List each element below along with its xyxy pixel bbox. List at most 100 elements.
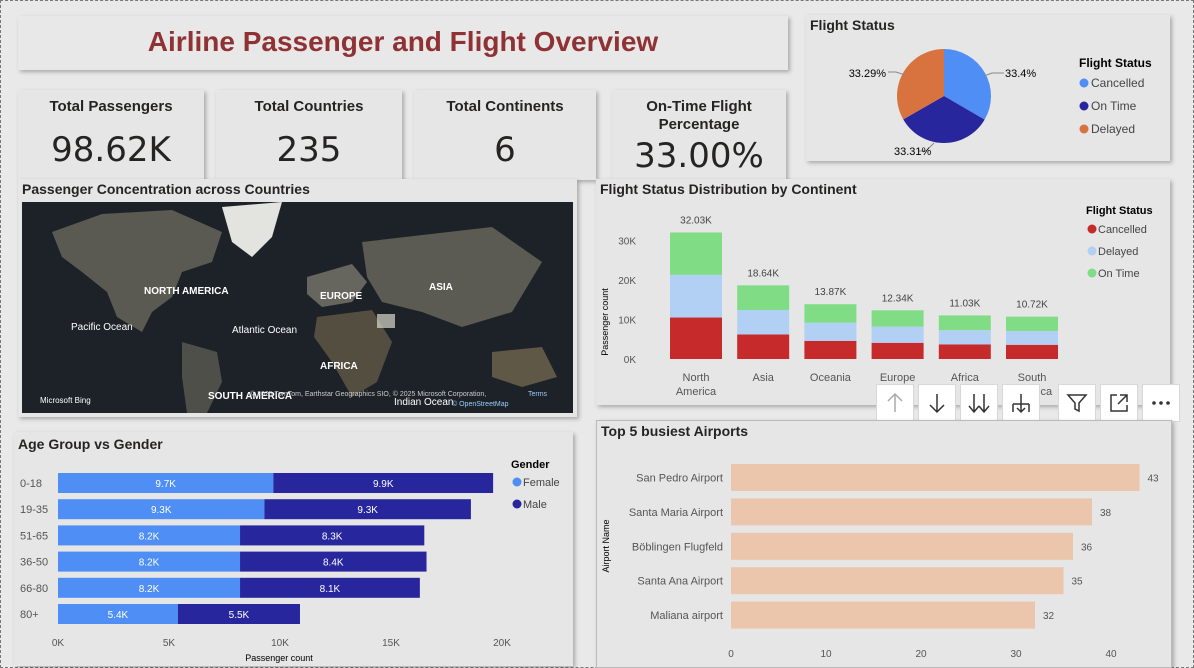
data-label-total: 32.03K bbox=[680, 215, 712, 226]
next-level-button[interactable] bbox=[960, 384, 998, 422]
kpi-label: Total Passengers bbox=[49, 98, 173, 115]
bar-north-america-cancelled[interactable] bbox=[670, 317, 722, 359]
bar-santa-maria-airport[interactable] bbox=[731, 498, 1092, 526]
bar-africa-delayed[interactable] bbox=[938, 330, 991, 345]
bar-maliana-airport[interactable] bbox=[731, 601, 1035, 629]
bar-b-blingen-flugfeld[interactable] bbox=[731, 532, 1073, 560]
age-gender-chart-card[interactable]: Age Group vs Gender 0-18 9.7K 9.9K 19-35 9.3… bbox=[14, 432, 573, 666]
drill-up-button[interactable] bbox=[876, 384, 914, 422]
bars: 32.03K 18.64K 13.87K 12.34K 11.03K 10.72K bbox=[670, 215, 1058, 359]
x-tick-label: Asia bbox=[752, 372, 774, 384]
data-label: 35 bbox=[1072, 577, 1084, 588]
map-label-atlantic: Atlantic Ocean bbox=[232, 325, 297, 336]
pie-legend-on-time[interactable]: On Time bbox=[1091, 99, 1137, 113]
bar-oceania-on-time[interactable] bbox=[804, 304, 857, 323]
filter-button[interactable] bbox=[1058, 384, 1096, 422]
pie-legend-delayed[interactable]: Delayed bbox=[1091, 122, 1135, 136]
y-tick-label: San Pedro Airport bbox=[636, 473, 723, 485]
bar-africa-cancelled[interactable] bbox=[938, 344, 991, 359]
kpi-total-passengers[interactable]: Total Passengers 98.62K bbox=[18, 90, 204, 180]
map-label-asia: ASIA bbox=[429, 282, 453, 293]
bars: 0-18 9.7K 9.9K 19-35 9.3K 9.3K 51-65 8.2K 8.3K 36… bbox=[20, 473, 494, 624]
kpi-label: Total Continents bbox=[446, 98, 564, 115]
flight-status-pie-card[interactable]: Flight Status 33.4% 33.29% 33.31% Flight… bbox=[806, 15, 1170, 161]
x-tick-label: 10K bbox=[271, 638, 289, 649]
double-arrow-down-icon bbox=[968, 394, 990, 414]
y-tick-label: 10K bbox=[618, 316, 636, 327]
y-tick-label: 36-50 bbox=[20, 557, 48, 569]
continent-legend-delayed[interactable]: Delayed bbox=[1098, 246, 1138, 258]
y-tick-label: Santa Maria Airport bbox=[629, 507, 723, 519]
filter-icon bbox=[1066, 394, 1088, 413]
kpi-label: On-Time Flight Percentage bbox=[646, 98, 752, 133]
bar-south-america-cancelled[interactable] bbox=[1006, 344, 1058, 359]
map-terms-link[interactable]: Terms bbox=[528, 391, 548, 398]
legend-marker bbox=[512, 499, 522, 509]
y-tick-label: 80+ bbox=[20, 609, 39, 621]
y-tick-label: 51-65 bbox=[20, 530, 48, 542]
focus-mode-button[interactable] bbox=[1100, 384, 1138, 422]
data-label: 8.2K bbox=[139, 558, 160, 569]
legend-marker bbox=[1087, 246, 1097, 256]
bar-africa-on-time[interactable] bbox=[938, 315, 991, 331]
bar-south-america-on-time[interactable] bbox=[1006, 316, 1058, 331]
y-tick-label: Santa Ana Airport bbox=[637, 576, 723, 588]
bar-oceania-delayed[interactable] bbox=[804, 322, 857, 341]
kpi-value: 98.62K bbox=[51, 130, 171, 170]
y-tick-label: 0K bbox=[624, 355, 637, 366]
bar-north-america-delayed[interactable] bbox=[670, 274, 722, 318]
leader-line bbox=[983, 72, 1004, 77]
bar-oceania-cancelled[interactable] bbox=[804, 340, 857, 359]
continent-chart-card[interactable]: Flight Status Distribution by Continent … bbox=[596, 179, 1170, 405]
bar-south-america-delayed[interactable] bbox=[1006, 330, 1058, 345]
age-legend-female[interactable]: Female bbox=[523, 477, 560, 489]
bar-san-pedro-airport[interactable] bbox=[731, 464, 1140, 491]
legend-marker bbox=[1079, 78, 1089, 88]
continent-ylabel: Passenger count bbox=[600, 288, 610, 356]
expand-hierarchy-button[interactable] bbox=[1002, 384, 1040, 422]
kpi-total-countries[interactable]: Total Countries 235 bbox=[216, 90, 402, 180]
bar-santa-ana-airport[interactable] bbox=[731, 567, 1064, 595]
more-options-icon bbox=[1152, 401, 1170, 405]
bar-europe-delayed[interactable] bbox=[871, 326, 924, 343]
x-axis-ticks: 0 10 20 30 40 bbox=[728, 649, 1117, 660]
continent-legend-on-time[interactable]: On Time bbox=[1098, 268, 1140, 280]
title-card: Airline Passenger and Flight Overview bbox=[18, 16, 788, 70]
data-label-total: 10.72K bbox=[1016, 300, 1048, 311]
continent-legend-cancelled[interactable]: Cancelled bbox=[1098, 224, 1147, 236]
data-label: 43 bbox=[1148, 474, 1160, 485]
data-label: 8.2K bbox=[139, 531, 160, 542]
data-label-total: 12.34K bbox=[882, 293, 914, 304]
age-legend-male[interactable]: Male bbox=[523, 499, 547, 511]
pie-legend-cancelled[interactable]: Cancelled bbox=[1091, 76, 1144, 90]
kpi-value: 6 bbox=[494, 130, 516, 170]
bar-asia-delayed[interactable] bbox=[737, 310, 790, 335]
kpi-value: 33.00% bbox=[634, 136, 764, 176]
bar-europe-cancelled[interactable] bbox=[871, 342, 924, 359]
bar-europe-on-time[interactable] bbox=[871, 310, 924, 327]
data-label: 38 bbox=[1100, 508, 1112, 519]
kpi-ontime-percentage[interactable]: On-Time Flight Percentage 33.00% bbox=[612, 90, 786, 180]
drill-down-button[interactable] bbox=[918, 384, 956, 422]
kpi-total-continents[interactable]: Total Continents 6 bbox=[414, 90, 596, 180]
continent-chart-svg: Passenger count 0K 10K 20K 30K 32.03K 18.64K… bbox=[600, 205, 1153, 398]
map-osm-link[interactable]: © OpenStreetMap bbox=[452, 400, 509, 408]
pie-group bbox=[897, 49, 991, 143]
x-tick-label: South bbox=[1018, 372, 1047, 384]
y-tick-label: 20K bbox=[618, 276, 636, 287]
data-label: 8.4K bbox=[323, 558, 344, 569]
airport-chart-svg: Airport Name San Pedro Airport 43 Santa Ma… bbox=[601, 464, 1160, 660]
data-label: 9.9K bbox=[373, 479, 394, 490]
data-label: 9.3K bbox=[151, 505, 172, 516]
world-map[interactable]: NORTH AMERICA EUROPE ASIA Pacific Ocean … bbox=[22, 202, 573, 413]
data-label-total: 13.87K bbox=[815, 287, 847, 298]
bar-asia-on-time[interactable] bbox=[737, 285, 790, 311]
pie-legend: Cancelled On Time Delayed bbox=[1079, 76, 1144, 136]
more-options-button[interactable] bbox=[1142, 384, 1180, 422]
x-tick-label: Europe bbox=[880, 372, 915, 384]
bar-asia-cancelled[interactable] bbox=[737, 334, 790, 359]
bar-north-america-on-time[interactable] bbox=[670, 232, 722, 275]
legend-marker bbox=[1087, 224, 1097, 234]
leader-line bbox=[888, 71, 906, 76]
airport-chart-card[interactable]: Top 5 busiest Airports Airport Name San … bbox=[596, 420, 1172, 668]
